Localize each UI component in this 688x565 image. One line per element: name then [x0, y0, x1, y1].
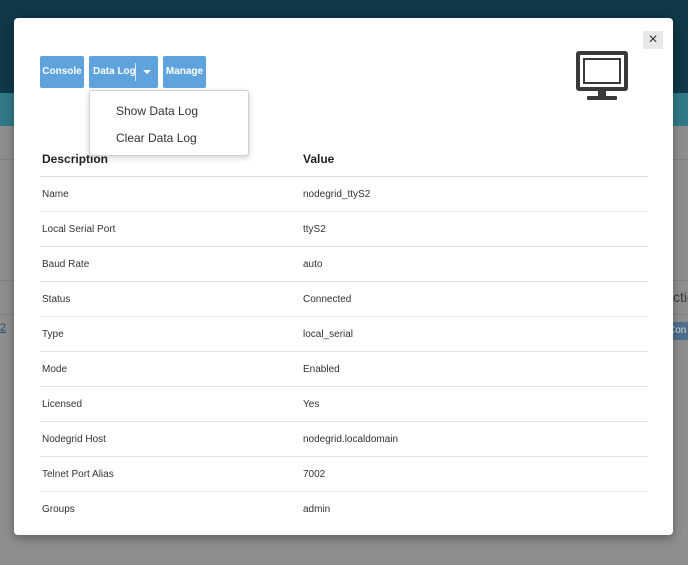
- device-details-modal: × Console Data Log Manage Show Data Log …: [14, 18, 673, 535]
- row-description: Mode: [42, 364, 68, 375]
- row-value: nodegrid_ttyS2: [303, 189, 371, 200]
- row-description: Local Serial Port: [42, 224, 116, 235]
- table-row: Mode Enabled: [40, 352, 648, 387]
- table-row: Baud Rate auto: [40, 247, 648, 282]
- data-log-dropdown-menu: Show Data Log Clear Data Log: [89, 90, 249, 156]
- row-value: nodegrid.localdomain: [303, 434, 399, 445]
- caret-down-icon[interactable]: [143, 70, 151, 74]
- details-table: Description Value Name nodegrid_ttyS2 Lo…: [40, 141, 648, 526]
- table-row: Status Connected: [40, 282, 648, 317]
- row-value: admin: [303, 504, 331, 515]
- background-link: 2: [0, 322, 7, 334]
- row-description: Baud Rate: [42, 259, 90, 270]
- row-value: Connected: [303, 294, 352, 305]
- split-separator: [135, 63, 136, 81]
- row-value: ttyS2: [303, 224, 326, 235]
- table-row: Telnet Port Alias 7002: [40, 457, 648, 492]
- row-description: Groups: [42, 504, 75, 515]
- table-row: Licensed Yes: [40, 387, 648, 422]
- console-button[interactable]: Console: [40, 56, 84, 88]
- table-row: Type local_serial: [40, 317, 648, 352]
- row-description: Telnet Port Alias: [42, 469, 114, 480]
- close-button[interactable]: ×: [643, 31, 663, 49]
- row-description: Type: [42, 329, 64, 340]
- table-row: Nodegrid Host nodegrid.localdomain: [40, 422, 648, 457]
- row-description: Nodegrid Host: [42, 434, 106, 445]
- table-row: Name nodegrid_ttyS2: [40, 177, 648, 212]
- data-log-button[interactable]: Data Log: [89, 56, 158, 88]
- row-description: Name: [42, 189, 69, 200]
- row-value: Enabled: [303, 364, 340, 375]
- menu-item-clear-data-log[interactable]: Clear Data Log: [116, 131, 197, 145]
- table-row: Local Serial Port ttyS2: [40, 212, 648, 247]
- table-row: Groups admin: [40, 492, 648, 526]
- menu-item-show-data-log[interactable]: Show Data Log: [116, 104, 198, 118]
- row-value: auto: [303, 259, 323, 270]
- row-description: Licensed: [42, 399, 83, 410]
- manage-button[interactable]: Manage: [163, 56, 206, 88]
- column-header-value: Value: [303, 152, 335, 166]
- monitor-icon: [576, 51, 628, 100]
- data-log-button-label: Data Log: [93, 66, 136, 77]
- row-description: Status: [42, 294, 71, 305]
- row-value: local_serial: [303, 329, 354, 340]
- background-actions-header: ctio: [673, 289, 688, 305]
- row-value: Yes: [303, 399, 320, 410]
- row-value: 7002: [303, 469, 326, 480]
